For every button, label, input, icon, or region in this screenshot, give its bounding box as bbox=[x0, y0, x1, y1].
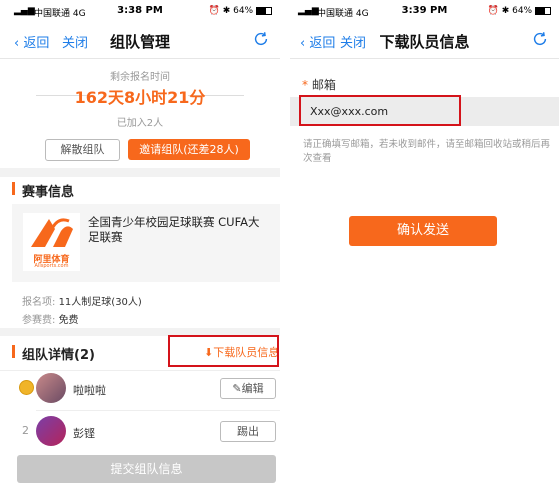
section-marker bbox=[12, 182, 15, 195]
fee-label: 参赛费: bbox=[22, 315, 56, 326]
ali-sports-logo-icon bbox=[31, 218, 73, 247]
download-member-info-screen: ▂▄▆ 中国联通 4G 3:39 PM ⏰ ✱ 64% ‹ 返回 关闭 下载队员… bbox=[290, 0, 559, 496]
fee-row: 参赛费: 免费 bbox=[22, 311, 79, 326]
back-label: 返回 bbox=[309, 36, 336, 51]
timer-label: 剩余报名时间 bbox=[110, 72, 170, 83]
highlight-box bbox=[168, 335, 279, 367]
registration-value: 11人制足球(30人) bbox=[58, 297, 142, 308]
submit-team-button[interactable]: 提交组队信息 bbox=[17, 455, 276, 483]
nav-divider bbox=[0, 58, 280, 59]
required-mark: * bbox=[302, 78, 308, 92]
email-field-label: * 邮箱 bbox=[302, 76, 336, 93]
fee-value: 免费 bbox=[58, 315, 79, 326]
battery-percent: 64% bbox=[233, 6, 254, 16]
pencil-icon: ✎ bbox=[232, 382, 242, 395]
confirm-send-button[interactable]: 确认发送 bbox=[349, 216, 497, 246]
bluetooth-icon: ✱ bbox=[222, 6, 231, 16]
event-logo: 阿里体育 Alisports.com bbox=[23, 213, 80, 271]
avatar bbox=[36, 416, 66, 446]
status-bar: ▂▄▆ 中国联通 4G 3:39 PM ⏰ ✱ 64% bbox=[290, 0, 559, 20]
team-section-title: 组队详情(2) bbox=[22, 348, 95, 363]
member-rank: 2 bbox=[22, 424, 29, 437]
member-name: 啦啦啦 bbox=[73, 384, 106, 397]
event-section-title: 赛事信息 bbox=[22, 185, 75, 200]
registration-row: 报名项: 11人制足球(30人) bbox=[22, 293, 142, 308]
event-name: 全国青少年校园足球联赛 CUFA大足联赛 bbox=[88, 215, 260, 244]
invite-team-button[interactable]: 邀请组队(还差28人) bbox=[128, 139, 250, 160]
team-management-screen: ▂▄▆ 中国联通 4G 3:38 PM ⏰ ✱ 64% ‹ 返回 关闭 组队管理… bbox=[0, 0, 280, 496]
battery-icon bbox=[535, 6, 551, 15]
status-bar: ▂▄▆ 中国联通 4G 3:38 PM ⏰ ✱ 64% bbox=[0, 0, 280, 20]
section-marker bbox=[12, 345, 15, 358]
chevron-left-icon: ‹ bbox=[300, 36, 306, 51]
chevron-left-icon: ‹ bbox=[14, 36, 20, 51]
section-gap bbox=[0, 168, 280, 177]
nav-bar: ‹ 返回 关闭 组队管理 bbox=[0, 24, 280, 58]
battery-status: ⏰ ✱ 64% bbox=[209, 6, 272, 16]
row-divider bbox=[0, 370, 280, 371]
countdown-value: 162天8小时21分 bbox=[74, 88, 206, 107]
avatar bbox=[36, 373, 66, 403]
nav-divider bbox=[290, 58, 559, 59]
edit-member-button[interactable]: ✎编辑 bbox=[220, 378, 276, 399]
registration-label: 报名项: bbox=[22, 297, 56, 308]
back-label: 返回 bbox=[23, 36, 50, 51]
close-button[interactable]: 关闭 bbox=[62, 32, 88, 51]
gold-medal-icon bbox=[19, 380, 34, 395]
email-label: 邮箱 bbox=[311, 78, 336, 92]
edit-label: 编辑 bbox=[241, 382, 264, 395]
kick-member-button[interactable]: 踢出 bbox=[220, 421, 276, 442]
email-hint: 请正确填写邮箱，若未收到邮件，请至邮箱回收站或稍后再次查看 bbox=[303, 139, 551, 164]
logo-text-en: Alisports.com bbox=[34, 263, 69, 269]
highlight-box bbox=[299, 95, 461, 126]
event-card[interactable]: 阿里体育 Alisports.com 全国青少年校园足球联赛 CUFA大足联赛 bbox=[12, 204, 280, 282]
back-button[interactable]: ‹ 返回 bbox=[300, 32, 335, 51]
row-divider bbox=[36, 410, 280, 411]
back-button[interactable]: ‹ 返回 bbox=[14, 32, 49, 51]
battery-icon bbox=[256, 6, 272, 15]
member-name: 彭铿 bbox=[73, 427, 95, 440]
refresh-icon[interactable] bbox=[531, 30, 549, 48]
joined-count: 已加入2人 bbox=[116, 118, 164, 129]
alarm-icon: ⏰ bbox=[208, 6, 220, 16]
battery-status: ⏰ ✱ 64% bbox=[488, 6, 551, 16]
alarm-icon: ⏰ bbox=[487, 6, 499, 16]
refresh-icon[interactable] bbox=[252, 30, 270, 48]
close-button[interactable]: 关闭 bbox=[340, 32, 366, 51]
nav-bar: ‹ 返回 关闭 下载队员信息 bbox=[290, 24, 559, 58]
battery-percent: 64% bbox=[512, 6, 533, 16]
disband-team-button[interactable]: 解散组队 bbox=[45, 139, 120, 161]
bluetooth-icon: ✱ bbox=[501, 6, 510, 16]
